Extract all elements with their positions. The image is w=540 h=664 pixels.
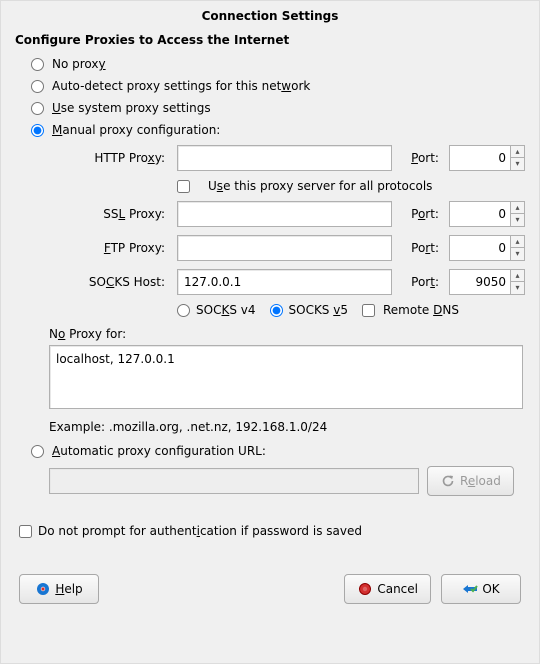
radio-auto-detect-input[interactable]	[31, 80, 44, 93]
remote-dns-input[interactable]	[362, 304, 375, 317]
spin-down-icon[interactable]: ▾	[510, 248, 524, 260]
radio-socks-v5-input[interactable]	[270, 304, 283, 317]
dialog-footer: Help Cancel OK	[15, 574, 525, 604]
radio-socks-v5-label: SOCKS v5	[289, 303, 349, 317]
reload-label: Reload	[460, 474, 501, 488]
cancel-icon	[357, 581, 373, 597]
remote-dns-label: Remote DNS	[383, 303, 459, 317]
no-prompt-checkbox[interactable]: Do not prompt for authentication if pass…	[19, 524, 525, 538]
no-prompt-input[interactable]	[19, 525, 32, 538]
spin-down-icon[interactable]: ▾	[510, 214, 524, 226]
radio-use-system[interactable]: Use system proxy settings	[31, 101, 525, 115]
http-proxy-label: HTTP Proxy:	[49, 151, 169, 165]
no-proxy-section: No Proxy for:	[49, 327, 525, 412]
no-proxy-textarea[interactable]	[49, 345, 523, 409]
ok-button[interactable]: OK	[441, 574, 521, 604]
radio-no-proxy-label: No proxy	[52, 57, 106, 71]
cancel-button[interactable]: Cancel	[344, 574, 431, 604]
radio-manual-input[interactable]	[31, 124, 44, 137]
no-proxy-for-label: No Proxy for:	[49, 327, 525, 341]
radio-socks-v4[interactable]: SOCKS v4	[177, 303, 256, 317]
spin-up-icon[interactable]: ▴	[510, 236, 524, 248]
radio-auto-url[interactable]: Automatic proxy configuration URL:	[31, 444, 525, 458]
ok-label: OK	[482, 582, 499, 596]
radio-no-proxy[interactable]: No proxy	[31, 57, 525, 71]
http-port-buttons[interactable]: ▴▾	[510, 146, 524, 170]
reload-icon	[440, 473, 456, 489]
cancel-label: Cancel	[377, 582, 418, 596]
radio-use-system-label: Use system proxy settings	[52, 101, 211, 115]
use-for-all-checkbox[interactable]: Use this proxy server for all protocols	[177, 179, 525, 193]
reload-button[interactable]: Reload	[427, 466, 514, 496]
radio-auto-detect[interactable]: Auto-detect proxy settings for this netw…	[31, 79, 525, 93]
radio-auto-detect-label: Auto-detect proxy settings for this netw…	[52, 79, 310, 93]
radio-manual[interactable]: Manual proxy configuration:	[31, 123, 525, 137]
radio-socks-v5[interactable]: SOCKS v5	[270, 303, 349, 317]
ssl-port-spinner[interactable]: ▴▾	[449, 201, 525, 227]
help-label: Help	[55, 582, 82, 596]
ssl-proxy-input[interactable]	[177, 201, 392, 227]
remote-dns-checkbox[interactable]: Remote DNS	[362, 303, 459, 317]
radio-socks-v4-input[interactable]	[177, 304, 190, 317]
spin-up-icon[interactable]: ▴	[510, 270, 524, 282]
socks-port-input[interactable]	[450, 270, 510, 294]
auto-url-row: Reload	[49, 466, 525, 496]
spin-up-icon[interactable]: ▴	[510, 202, 524, 214]
ftp-port-label: Port:	[409, 241, 441, 255]
radio-auto-url-label: Automatic proxy configuration URL:	[52, 444, 266, 458]
spin-down-icon[interactable]: ▾	[510, 282, 524, 294]
section-heading: Configure Proxies to Access the Internet	[15, 33, 525, 47]
example-text: Example: .mozilla.org, .net.nz, 192.168.…	[49, 420, 525, 434]
ftp-port-spinner[interactable]: ▴▾	[449, 235, 525, 261]
ftp-proxy-input[interactable]	[177, 235, 392, 261]
http-port-label: Port:	[409, 151, 441, 165]
dialog-content: Configure Proxies to Access the Internet…	[1, 29, 539, 616]
ssl-port-buttons[interactable]: ▴▾	[510, 202, 524, 226]
ftp-port-input[interactable]	[450, 236, 510, 260]
ok-icon	[462, 581, 478, 597]
spin-up-icon[interactable]: ▴	[510, 146, 524, 158]
ftp-proxy-label: FTP Proxy:	[49, 241, 169, 255]
radio-manual-label: Manual proxy configuration:	[52, 123, 220, 137]
no-prompt-label: Do not prompt for authentication if pass…	[38, 524, 362, 538]
proxy-grid: HTTP Proxy: Port: ▴▾ Use this proxy serv…	[49, 145, 525, 317]
ftp-port-buttons[interactable]: ▴▾	[510, 236, 524, 260]
socks-port-label: Port:	[409, 275, 441, 289]
use-for-all-input[interactable]	[177, 180, 190, 193]
ssl-proxy-label: SSL Proxy:	[49, 207, 169, 221]
help-icon	[35, 581, 51, 597]
http-proxy-input[interactable]	[177, 145, 392, 171]
dialog-title: Connection Settings	[1, 1, 539, 29]
ssl-port-input[interactable]	[450, 202, 510, 226]
auto-url-input[interactable]	[49, 468, 419, 494]
spin-down-icon[interactable]: ▾	[510, 158, 524, 170]
socks-host-label: SOCKS Host:	[49, 275, 169, 289]
socks-port-spinner[interactable]: ▴▾	[449, 269, 525, 295]
ssl-port-label: Port:	[409, 207, 441, 221]
socks-options-row: SOCKS v4 SOCKS v5 Remote DNS	[177, 303, 525, 317]
radio-use-system-input[interactable]	[31, 102, 44, 115]
help-button[interactable]: Help	[19, 574, 99, 604]
radio-no-proxy-input[interactable]	[31, 58, 44, 71]
use-for-all-label: Use this proxy server for all protocols	[208, 179, 432, 193]
radio-auto-url-input[interactable]	[31, 445, 44, 458]
http-port-input[interactable]	[450, 146, 510, 170]
socks-host-input[interactable]	[177, 269, 392, 295]
socks-port-buttons[interactable]: ▴▾	[510, 270, 524, 294]
radio-socks-v4-label: SOCKS v4	[196, 303, 256, 317]
http-port-spinner[interactable]: ▴▾	[449, 145, 525, 171]
